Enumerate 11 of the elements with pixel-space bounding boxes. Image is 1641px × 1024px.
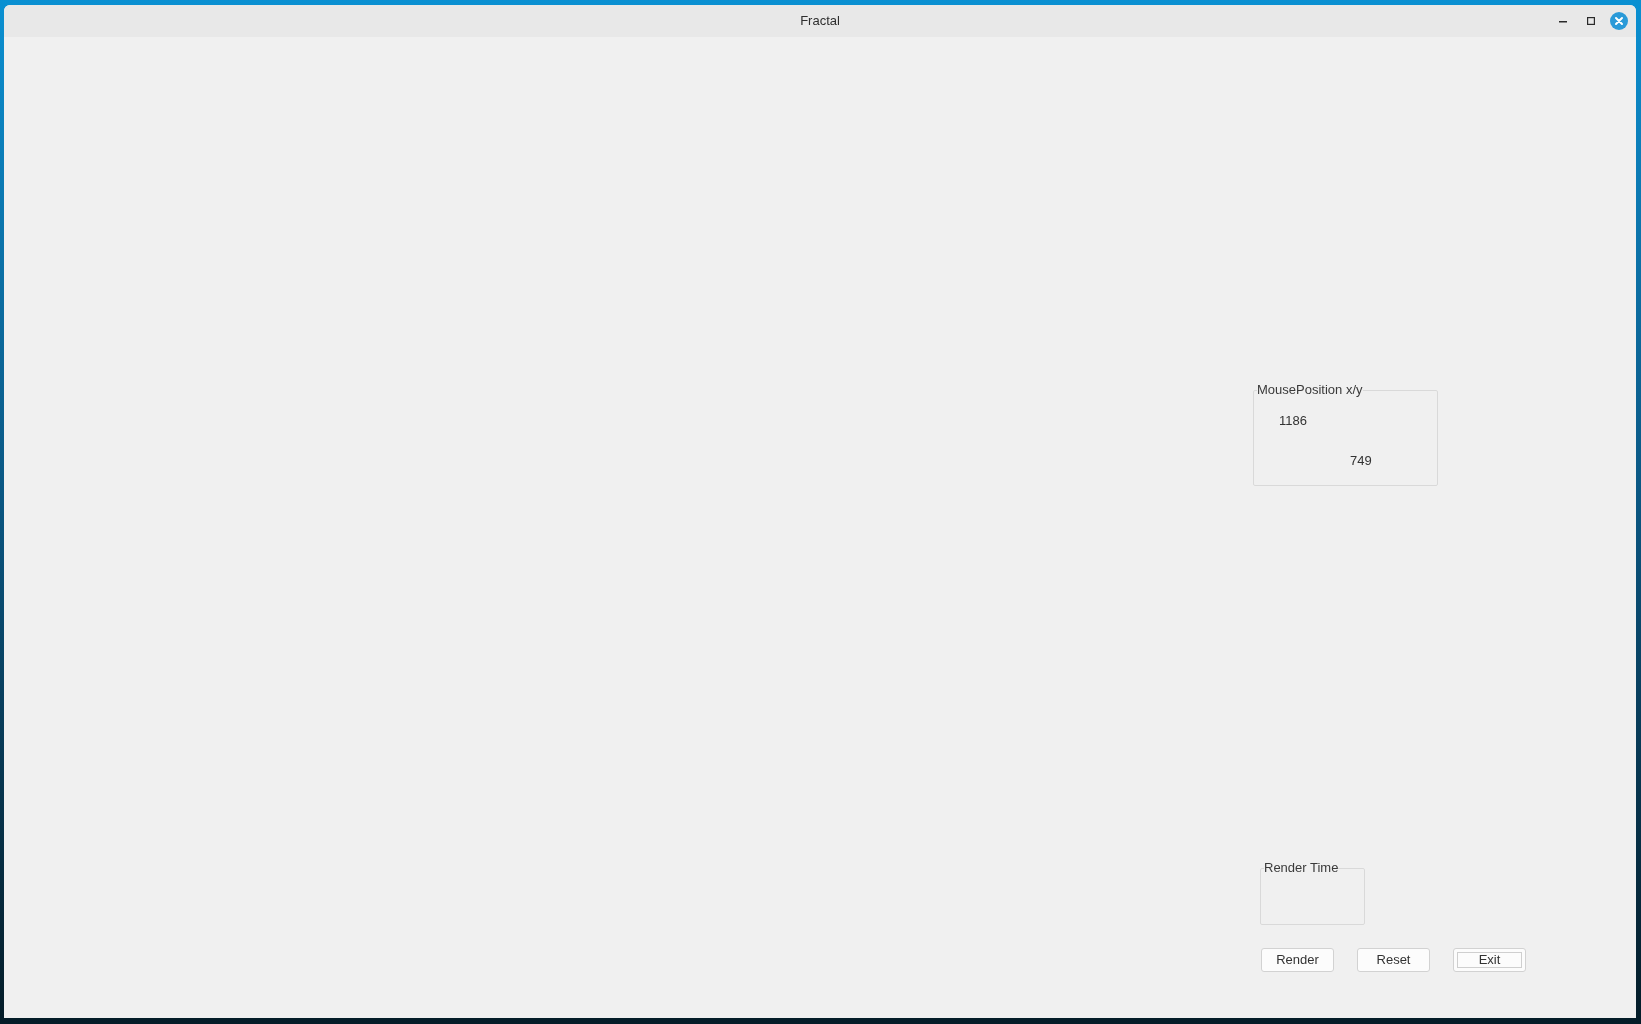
- group-title: Render Time: [1264, 861, 1339, 875]
- minimize-icon[interactable]: [1559, 21, 1567, 23]
- group-title: MousePosition x/y: [1257, 383, 1363, 397]
- push-button[interactable]: Exit: [1453, 948, 1526, 972]
- window-title: Fractal: [800, 13, 840, 29]
- coordinate-value: 1186: [1279, 413, 1307, 429]
- push-button[interactable]: Reset: [1357, 948, 1430, 972]
- coordinate-value: 749: [1350, 453, 1372, 469]
- maximize-icon[interactable]: [1587, 17, 1595, 25]
- push-button[interactable]: Render: [1261, 948, 1334, 972]
- close-icon[interactable]: [1610, 12, 1628, 30]
